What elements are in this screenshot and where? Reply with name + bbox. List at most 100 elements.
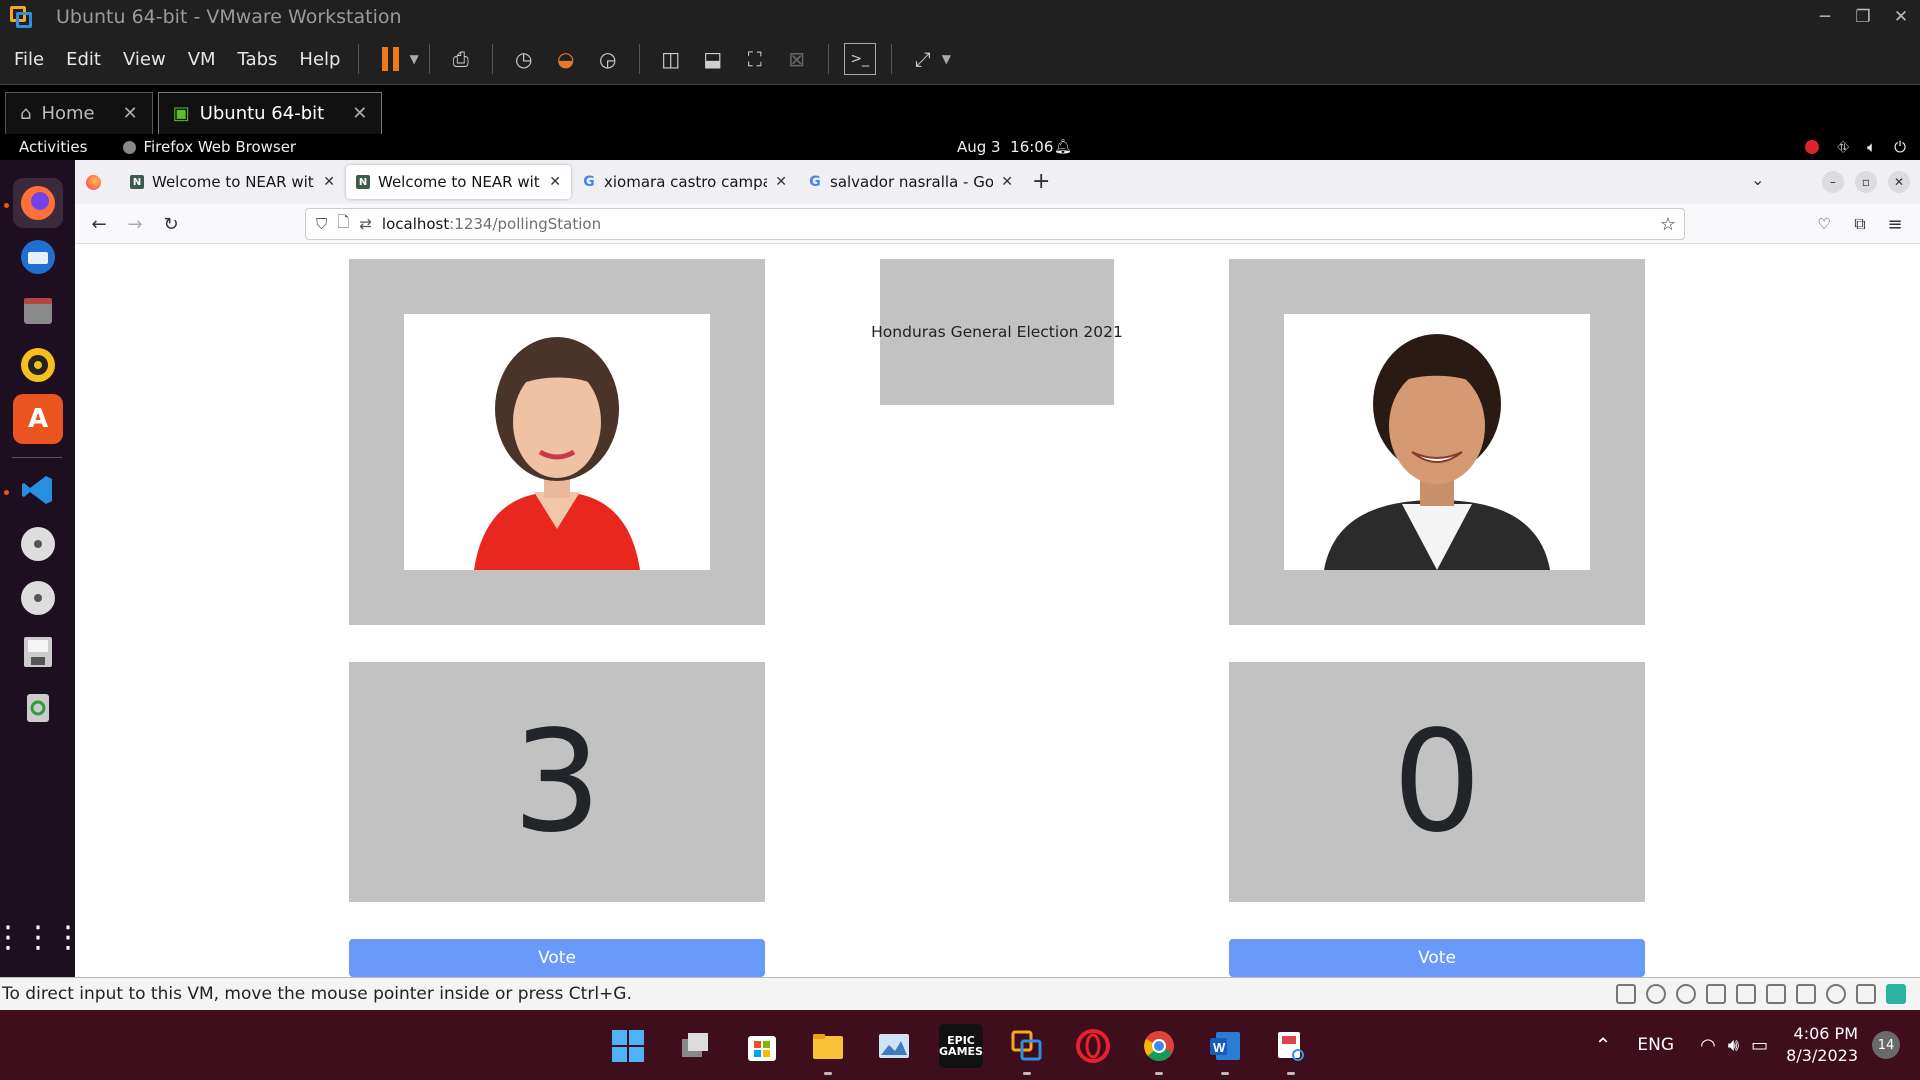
wifi-icon[interactable]: ◠	[1700, 1035, 1716, 1056]
menu-tabs[interactable]: Tabs	[230, 49, 286, 70]
chrome-icon[interactable]	[1137, 1024, 1181, 1068]
page-info-icon[interactable]: 🗋︎	[337, 212, 349, 237]
pause-icon[interactable]	[374, 43, 406, 75]
power-dropdown-icon[interactable]: ▼	[409, 52, 418, 66]
network-adapter-icon[interactable]	[1736, 984, 1756, 1004]
console-view-icon[interactable]: >_	[843, 43, 876, 75]
trash-icon[interactable]	[13, 681, 63, 731]
permissions-icon[interactable]: ⇄	[359, 215, 372, 233]
menu-vm[interactable]: VM	[180, 49, 224, 70]
cd-icon[interactable]	[1646, 984, 1666, 1004]
menu-help[interactable]: Help	[291, 49, 348, 70]
snipping-tool-icon[interactable]	[1269, 1024, 1313, 1068]
minimize-icon[interactable]: ─	[1806, 0, 1844, 34]
show-apps-icon[interactable]: ⋮⋮⋮	[0, 912, 83, 962]
reload-icon[interactable]: ↻	[159, 212, 183, 236]
firefox-view-icon[interactable]	[86, 175, 101, 190]
tracking-shield-icon[interactable]: ⛉	[316, 215, 327, 233]
thumbnail-bar-icon[interactable]: ⬓	[697, 43, 729, 75]
disc-icon[interactable]	[13, 519, 63, 569]
menu-icon[interactable]: ≡	[1883, 212, 1907, 236]
list-all-tabs-icon[interactable]: ⌄	[1751, 170, 1764, 189]
restore-icon[interactable]: ▫	[1855, 171, 1877, 193]
browser-tab[interactable]: G salvador nasralla - Googl ✕	[798, 165, 1023, 199]
browser-tab[interactable]: N Welcome to NEAR with R ✕	[120, 165, 345, 199]
usb-icon[interactable]	[1826, 984, 1846, 1004]
floppy-icon[interactable]	[13, 627, 63, 677]
message-log-icon[interactable]	[1886, 984, 1906, 1004]
word-icon[interactable]: W	[1203, 1024, 1247, 1068]
tab-title: xiomara castro campaña	[604, 173, 768, 191]
task-view-icon[interactable]	[673, 1024, 717, 1068]
menu-view[interactable]: View	[115, 49, 174, 70]
menu-file[interactable]: File	[6, 49, 52, 70]
activities-button[interactable]: Activities	[19, 138, 87, 156]
close-tab-icon[interactable]: ✕	[123, 103, 138, 124]
photos-icon[interactable]	[872, 1024, 916, 1068]
full-screen-icon[interactable]: ⛶	[739, 43, 771, 75]
close-tab-icon[interactable]: ✕	[352, 103, 367, 124]
taskbar-clock[interactable]: 4:06 PM 8/3/2023	[1786, 1023, 1858, 1067]
printer-icon[interactable]	[1766, 984, 1786, 1004]
tab-home[interactable]: ⌂ Home ✕	[5, 92, 153, 134]
notification-badge[interactable]: 14	[1872, 1031, 1900, 1059]
snapshot-manager-icon[interactable]: ◶	[592, 43, 624, 75]
app-menu[interactable]: Firefox Web Browser	[123, 138, 296, 156]
close-tab-icon[interactable]: ✕	[323, 174, 335, 190]
browser-tab[interactable]: G xiomara castro campaña ✕	[572, 165, 797, 199]
forward-icon[interactable]: →	[123, 212, 147, 236]
epic-games-icon[interactable]: EPIC GAMES	[939, 1024, 983, 1068]
close-tab-icon[interactable]: ✕	[1001, 174, 1013, 190]
language-indicator[interactable]: ENG	[1637, 1035, 1674, 1055]
file-explorer-icon[interactable]	[806, 1024, 850, 1068]
close-tab-icon[interactable]: ✕	[775, 174, 787, 190]
browser-tab-active[interactable]: N Welcome to NEAR with R ✕	[346, 165, 571, 199]
microsoft-store-icon[interactable]	[740, 1024, 784, 1068]
system-tray[interactable]: ⛗ 🔈︎ ⏻	[1805, 138, 1906, 156]
tab-ubuntu[interactable]: ▣ Ubuntu 64-bit ✕	[157, 92, 383, 134]
vmware-icon[interactable]	[1005, 1024, 1049, 1068]
display-icon[interactable]	[1856, 984, 1876, 1004]
revert-snapshot-icon[interactable]: ◒	[550, 43, 582, 75]
new-tab-button[interactable]: +	[1032, 169, 1050, 194]
google-favicon-icon: G	[583, 174, 595, 190]
sound-card-icon[interactable]	[1796, 984, 1816, 1004]
thunderbird-icon[interactable]	[13, 232, 63, 282]
cd-icon[interactable]	[1676, 984, 1696, 1004]
menu-edit[interactable]: Edit	[58, 49, 109, 70]
snapshot-icon[interactable]: ◷	[508, 43, 540, 75]
files-icon[interactable]	[13, 286, 63, 336]
vote-button[interactable]: Vote	[349, 939, 765, 977]
clock[interactable]: Aug 3 16:06	[957, 138, 1053, 156]
disc-icon[interactable]	[13, 573, 63, 623]
pocket-icon[interactable]: ♡	[1812, 212, 1836, 236]
firefox-icon[interactable]	[13, 178, 63, 228]
stretch-dropdown-icon[interactable]: ▼	[942, 52, 951, 66]
floppy-icon[interactable]	[1706, 984, 1726, 1004]
back-icon[interactable]: ←	[87, 212, 111, 236]
unity-icon[interactable]: ⊠	[781, 43, 813, 75]
bookmark-star-icon[interactable]: ☆	[1660, 214, 1676, 235]
restore-icon[interactable]: ❐	[1844, 0, 1882, 34]
rhythmbox-icon[interactable]	[13, 340, 63, 390]
vote-button[interactable]: Vote	[1229, 939, 1645, 977]
extensions-icon[interactable]: ⧉	[1848, 212, 1872, 236]
windows-taskbar: EPIC GAMES W ⌃ ENG ◠ 🔊︎ ▭ 4:06 PM 8/3/202…	[0, 1010, 1920, 1080]
running-indicator	[1023, 1072, 1031, 1075]
close-tab-icon[interactable]: ✕	[549, 174, 561, 190]
show-library-icon[interactable]: ◫	[655, 43, 687, 75]
windows-start-icon[interactable]	[606, 1024, 650, 1068]
url-bar[interactable]: ⛉ 🗋︎ ⇄ localhost:1234/pollingStation ☆	[305, 208, 1685, 240]
software-center-icon[interactable]: A	[13, 394, 63, 444]
show-hidden-icons-icon[interactable]: ⌃	[1595, 1033, 1612, 1057]
hard-disk-icon[interactable]	[1616, 984, 1636, 1004]
volume-icon[interactable]: 🔊︎	[1728, 1035, 1739, 1056]
close-icon[interactable]: ✕	[1882, 0, 1920, 34]
battery-icon[interactable]: ▭	[1751, 1035, 1768, 1056]
opera-icon[interactable]	[1071, 1024, 1115, 1068]
vscode-icon[interactable]	[13, 465, 63, 515]
minimize-icon[interactable]: –	[1822, 171, 1844, 193]
stretch-guest-icon[interactable]: ⤢	[907, 43, 939, 75]
close-icon[interactable]: ✕	[1888, 171, 1910, 193]
send-ctrl-alt-del-icon[interactable]: ⎙	[445, 43, 477, 75]
